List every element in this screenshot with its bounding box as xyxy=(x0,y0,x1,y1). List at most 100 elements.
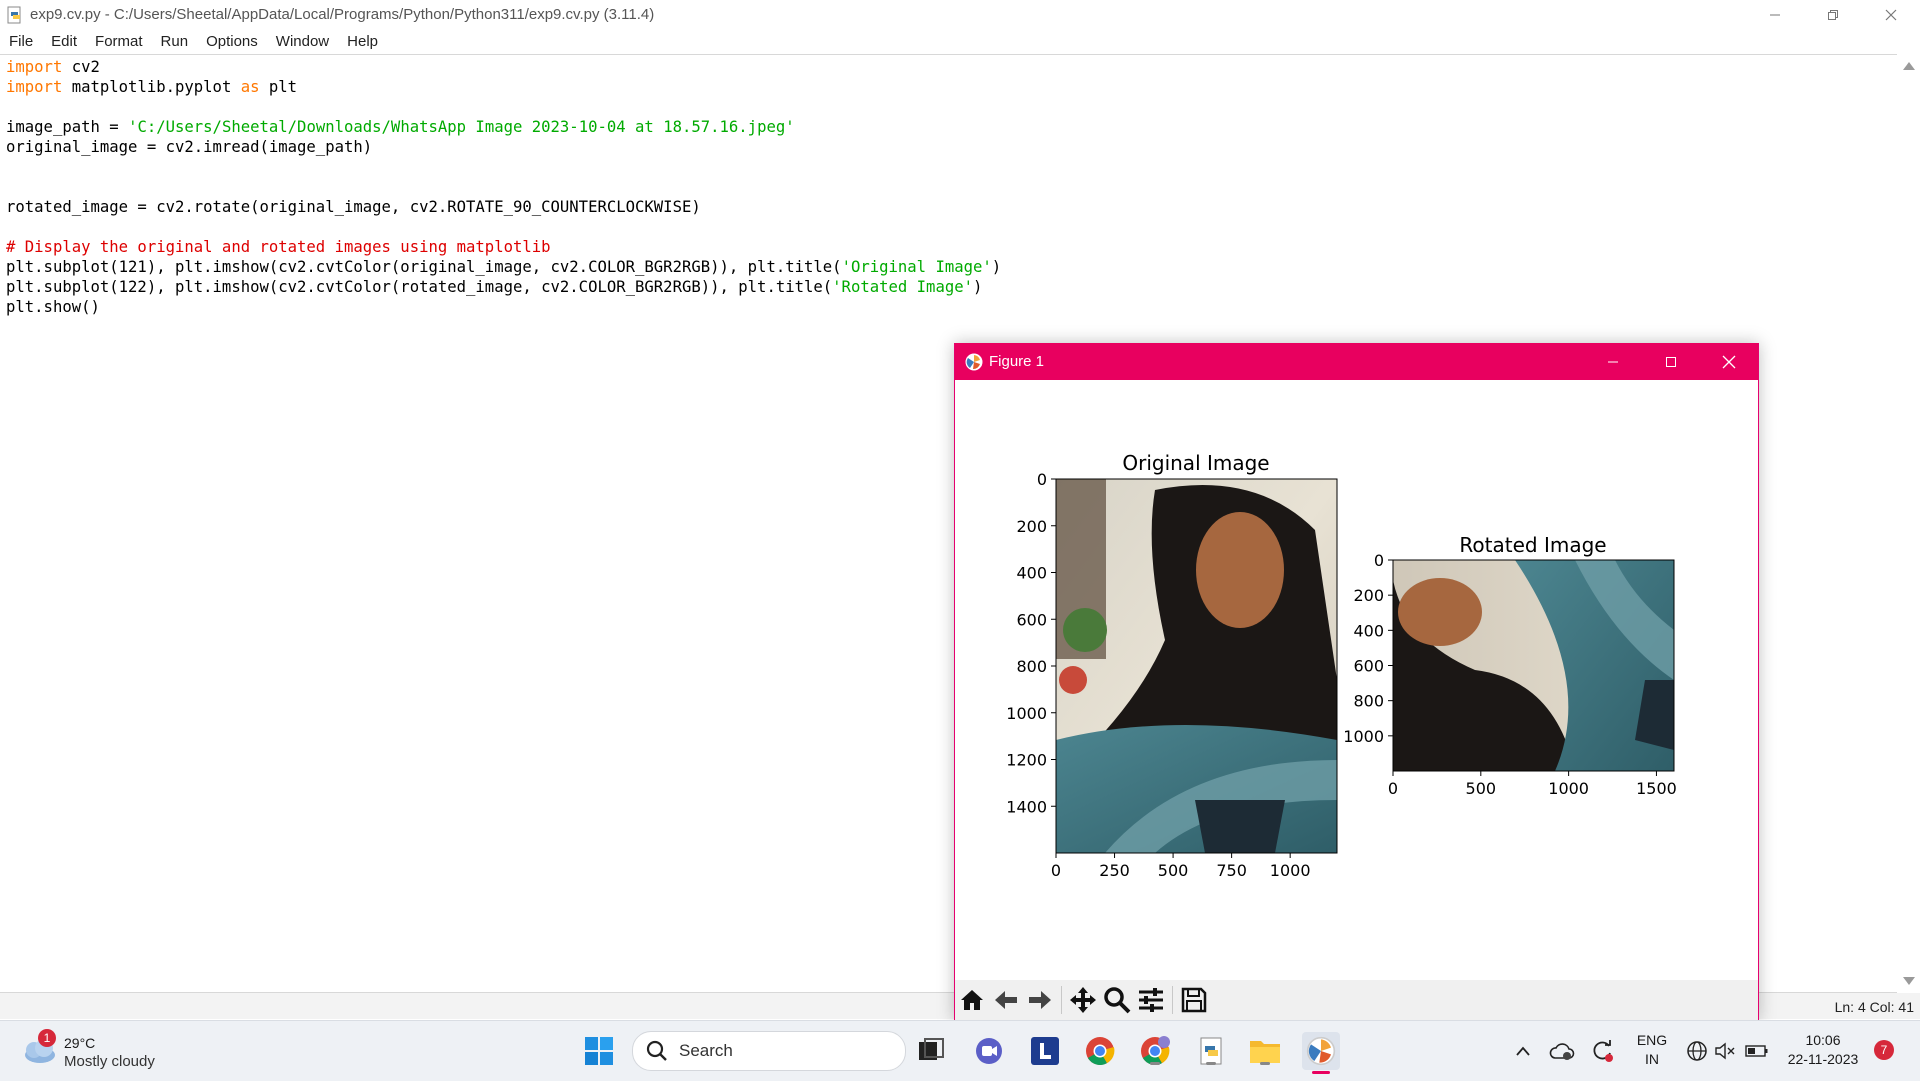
y-tick-label: 1000 xyxy=(1006,704,1047,723)
figure-close-button[interactable] xyxy=(1700,343,1758,380)
chevron-up-icon xyxy=(1516,1046,1530,1056)
photo-original xyxy=(1056,479,1337,853)
zoom-icon xyxy=(1104,987,1131,1014)
weather-widget[interactable]: 1 29°C Mostly cloudy xyxy=(20,1029,170,1073)
refresh-icon xyxy=(1593,1040,1613,1062)
menu-bar: File Edit Format Run Options Window Help xyxy=(0,29,1920,54)
comment: # Display the original and rotated image… xyxy=(6,238,551,256)
code-line: import matplotlib.pyplot as plt xyxy=(6,77,1001,97)
subplot-rotated: Rotated Image 0 200 400 600 800 1000 0 500 1000… xyxy=(1343,533,1677,798)
menu-file[interactable]: File xyxy=(0,33,42,50)
taskbar-app-chrome-profile[interactable] xyxy=(1138,1034,1172,1068)
y-tick-label: 1400 xyxy=(1006,797,1047,816)
menu-run[interactable]: Run xyxy=(152,33,198,50)
region-code: IN xyxy=(1645,1051,1659,1067)
zoom-button[interactable] xyxy=(1100,983,1134,1017)
running-indicator xyxy=(1260,1062,1270,1065)
search-label: Search xyxy=(679,1041,733,1060)
save-figure-button[interactable] xyxy=(1177,983,1211,1017)
figure-toolbar xyxy=(955,980,1758,1020)
configure-subplots-button[interactable] xyxy=(1134,983,1168,1017)
menu-options[interactable]: Options xyxy=(197,33,267,50)
clock-time: 10:06 xyxy=(1805,1032,1841,1048)
y-tick-label: 0 xyxy=(1374,551,1384,570)
taskbar-app-l[interactable] xyxy=(1028,1034,1062,1068)
weather-description: Mostly cloudy xyxy=(64,1053,155,1070)
code-text-segment: rotated_image = cv2.rotate(original_imag… xyxy=(6,198,701,216)
tray-update[interactable] xyxy=(1585,1034,1619,1068)
running-indicator xyxy=(1150,1062,1160,1065)
taskbar-search[interactable]: Search xyxy=(632,1031,906,1071)
figure-titlebar[interactable]: Figure 1 xyxy=(955,343,1758,380)
scroll-down-icon[interactable] xyxy=(1903,977,1915,985)
taskbar-app-python[interactable] xyxy=(1194,1034,1228,1068)
x-tick-label: 500 xyxy=(1158,861,1189,880)
restore-icon xyxy=(1828,9,1838,20)
taskbar-app-teams[interactable] xyxy=(972,1034,1006,1068)
taskbar-app-file-explorer[interactable] xyxy=(1248,1034,1282,1068)
minimize-button[interactable] xyxy=(1746,0,1804,29)
windows-logo-icon xyxy=(585,1037,613,1065)
maximize-icon xyxy=(1666,356,1676,367)
code-text-segment: plt xyxy=(259,78,298,96)
menu-help[interactable]: Help xyxy=(338,33,387,50)
task-view-button[interactable] xyxy=(914,1034,948,1068)
forward-button[interactable] xyxy=(1023,983,1057,1017)
vertical-scrollbar[interactable] xyxy=(1898,54,1920,993)
x-tick-label: 750 xyxy=(1216,861,1247,880)
task-view-icon xyxy=(919,1038,944,1060)
subplot-title-original: Original Image xyxy=(1122,451,1269,475)
python-file-icon xyxy=(7,6,21,23)
pan-button[interactable] xyxy=(1066,983,1100,1017)
clock[interactable]: 10:06 22-11-2023 xyxy=(1778,1031,1868,1069)
restore-button[interactable] xyxy=(1804,0,1862,29)
close-icon xyxy=(1885,9,1897,20)
cursor-position: Ln: 4 Col: 41 xyxy=(1834,999,1914,1015)
menu-format[interactable]: Format xyxy=(86,33,152,50)
string-literal: 'C:/Users/Sheetal/Downloads/WhatsApp Ima… xyxy=(128,118,795,136)
pan-icon xyxy=(1070,987,1096,1013)
figure-minimize-button[interactable] xyxy=(1584,343,1642,380)
matplotlib-icon xyxy=(965,353,983,370)
code-text-segment: ) xyxy=(973,278,983,296)
y-tick-label: 400 xyxy=(1353,621,1384,640)
y-tick-label: 200 xyxy=(1353,586,1384,605)
clock-date: 22-11-2023 xyxy=(1787,1051,1859,1067)
show-hidden-icons-button[interactable] xyxy=(1506,1034,1540,1068)
code-line: import cv2 xyxy=(6,57,1001,77)
minimize-icon xyxy=(1608,361,1618,362)
notification-badge[interactable]: 7 xyxy=(1874,1040,1894,1060)
figure-canvas[interactable]: Original Image 0 200 400 600 800 1000 1200 1400… xyxy=(955,380,1758,980)
figure-window[interactable]: Figure 1 Original Image 0 200 400 600 80… xyxy=(954,343,1759,1021)
tray-volume[interactable] xyxy=(1708,1034,1742,1068)
taskbar-app-chrome[interactable] xyxy=(1083,1034,1117,1068)
menu-window[interactable]: Window xyxy=(267,33,338,50)
language-code: ENG xyxy=(1636,1032,1668,1048)
toolbar-separator xyxy=(1172,986,1173,1014)
x-tick-label: 500 xyxy=(1466,779,1497,798)
input-language[interactable]: ENG IN xyxy=(1632,1031,1672,1069)
scroll-up-icon[interactable] xyxy=(1903,62,1915,70)
y-axis-ticks-original: 0 200 400 600 800 1000 1200 1400 xyxy=(1006,470,1056,816)
start-button[interactable] xyxy=(582,1034,616,1068)
x-axis-ticks-rotated: 0 500 1000 1500 xyxy=(1388,771,1677,798)
taskbar-app-matplotlib-active[interactable] xyxy=(1302,1032,1340,1074)
tray-battery[interactable] xyxy=(1740,1034,1774,1068)
code-text-segment: ) xyxy=(991,258,1002,276)
figure-maximize-button[interactable] xyxy=(1642,343,1700,380)
y-tick-label: 400 xyxy=(1016,564,1047,583)
y-tick-label: 800 xyxy=(1353,692,1384,711)
configure-subplots-icon xyxy=(1139,988,1163,1012)
close-button[interactable] xyxy=(1862,0,1920,29)
menu-edit[interactable]: Edit xyxy=(42,33,86,50)
running-indicator xyxy=(1206,1062,1216,1065)
y-tick-label: 0 xyxy=(1037,470,1047,489)
back-arrow-icon xyxy=(995,991,1017,1009)
save-icon xyxy=(1181,987,1207,1013)
back-button[interactable] xyxy=(989,983,1023,1017)
tray-onedrive[interactable] xyxy=(1545,1034,1579,1068)
home-button[interactable] xyxy=(955,983,989,1017)
